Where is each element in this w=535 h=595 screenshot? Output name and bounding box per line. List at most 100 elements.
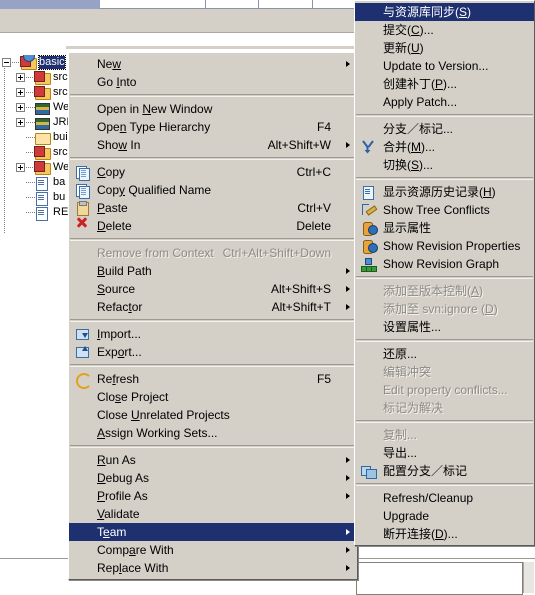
context-menu-item-27[interactable]: Profile As: [69, 487, 357, 505]
context-menu-item-5[interactable]: Show In Alt+Shift+W: [69, 136, 357, 154]
team-menu-item-15[interactable]: Show Revision Graph: [355, 255, 534, 273]
import-icon: [74, 327, 90, 341]
context-menu-label-3: Open in New Window: [97, 102, 213, 116]
team-menu-item-8[interactable]: 合并(M)...: [355, 138, 534, 156]
team-menu-item-28[interactable]: 配置分支／标记: [355, 462, 534, 480]
context-menu-label-17: Import...: [97, 327, 142, 341]
team-menu-item-31[interactable]: Upgrade: [355, 507, 534, 525]
context-menu-item-28[interactable]: Validate: [69, 505, 357, 523]
team-menu-label-27: 导出...: [383, 446, 418, 460]
team-menu-item-1[interactable]: 提交(C)...: [355, 21, 534, 39]
context-menu-item-22[interactable]: Close Unrelated Projects: [69, 406, 357, 424]
source-folder-icon: [34, 71, 51, 85]
context-menu-accel-4: F4: [316, 120, 331, 134]
bottom-view-scrollbar[interactable]: [523, 562, 534, 593]
team-menu-item-27[interactable]: 导出...: [355, 444, 534, 462]
context-menu-item-29[interactable]: Team: [69, 523, 357, 541]
team-menu-item-19[interactable]: 设置属性...: [355, 318, 534, 336]
team-menu-item-0[interactable]: 与资源库同步(S): [355, 3, 534, 21]
tree-row[interactable]: basic: [0, 55, 75, 70]
context-menu-item-20[interactable]: Refresh F5: [69, 370, 357, 389]
tree-row[interactable]: JRE: [0, 115, 75, 130]
team-menu-label-15: Show Revision Graph: [383, 257, 500, 271]
context-menu-item-21[interactable]: Close Project: [69, 388, 357, 406]
context-menu-item-9[interactable]: Paste Ctrl+V: [69, 199, 357, 217]
team-menu-label-4: 创建补丁(P)...: [383, 77, 458, 91]
team-menu-item-2[interactable]: 更新(U): [355, 39, 534, 57]
context-menu-separator: [70, 94, 356, 97]
tree-connector: [26, 122, 35, 123]
team-menu-item-32[interactable]: 断开连接(D)...: [355, 525, 534, 543]
context-menu-label-15: Refactor: [97, 300, 143, 314]
tree-row[interactable]: src: [0, 70, 75, 85]
team-menu-item-3[interactable]: Update to Version...: [355, 57, 534, 75]
refresh-icon: [74, 372, 92, 389]
context-menu-label-13: Build Path: [97, 264, 152, 278]
team-menu-item-12[interactable]: Show Tree Conflicts: [355, 201, 534, 219]
tree-expand-icon[interactable]: [16, 103, 25, 112]
context-menu-accel-5: Alt+Shift+W: [267, 138, 331, 152]
team-menu-item-13[interactable]: 显示属性: [355, 219, 534, 237]
tree-row[interactable]: src: [0, 85, 75, 100]
team-menu-item-14[interactable]: Show Revision Properties: [355, 237, 534, 255]
team-menu-item-9[interactable]: 切换(S)...: [355, 156, 534, 174]
context-menu-item-0[interactable]: New: [69, 55, 357, 73]
context-menu-label-8: Copy Qualified Name: [97, 183, 212, 197]
team-menu-item-4[interactable]: 创建补丁(P)...: [355, 75, 534, 93]
context-menu-item-3[interactable]: Open in New Window: [69, 100, 357, 118]
project-context-menu[interactable]: New Go Into Open in New Window Open Type Hi…: [68, 52, 358, 580]
context-menu-item-13[interactable]: Build Path: [69, 262, 357, 280]
context-menu-separator: [70, 157, 356, 160]
chevron-right-icon: [346, 268, 350, 274]
tree-expand-icon[interactable]: [16, 163, 25, 172]
tree-row[interactable]: We: [0, 160, 75, 175]
context-menu-item-17[interactable]: Import...: [69, 325, 357, 343]
tree-connector: [26, 107, 35, 108]
context-menu-item-10[interactable]: Delete Delete: [69, 217, 357, 235]
team-menu-item-7[interactable]: 分支／标记...: [355, 120, 534, 138]
tree-row[interactable]: src: [0, 145, 75, 160]
bottom-view-panel: [356, 562, 523, 595]
context-menu-item-30[interactable]: Compare With: [69, 541, 357, 559]
context-menu-item-1[interactable]: Go Into: [69, 73, 357, 91]
context-menu-label-30: Compare With: [97, 543, 174, 557]
team-menu-item-30[interactable]: Refresh/Cleanup: [355, 489, 534, 507]
context-menu-item-14[interactable]: Source Alt+Shift+S: [69, 280, 357, 298]
context-menu-accel-20: F5: [316, 372, 331, 386]
context-menu-label-12: Remove from Context: [97, 246, 214, 260]
team-menu-label-0: 与资源库同步(S): [383, 5, 472, 19]
tree-item-label: bui: [53, 131, 68, 143]
context-menu-item-7[interactable]: Copy Ctrl+C: [69, 163, 357, 181]
team-menu-label-32: 断开连接(D)...: [383, 527, 458, 541]
team-menu-label-24: 标记为解决: [383, 401, 444, 415]
context-menu-accel-10: Delete: [296, 219, 331, 233]
team-menu-label-19: 设置属性...: [383, 320, 442, 334]
context-menu-item-4[interactable]: Open Type Hierarchy F4: [69, 118, 357, 136]
context-menu-item-8[interactable]: Copy Qualified Name: [69, 181, 357, 199]
tree-expand-icon[interactable]: [16, 73, 25, 82]
tree-expand-icon[interactable]: [16, 118, 25, 127]
context-menu-item-15[interactable]: Refactor Alt+Shift+T: [69, 298, 357, 316]
context-menu-item-23[interactable]: Assign Working Sets...: [69, 424, 357, 442]
team-menu-item-11[interactable]: 显示资源历史记录(H): [355, 183, 534, 201]
context-menu-label-9: Paste: [97, 201, 128, 215]
team-menu-item-21[interactable]: 还原...: [355, 345, 534, 363]
tree-row[interactable]: We: [0, 100, 75, 115]
tree-connector: [26, 137, 35, 138]
tree-expand-icon[interactable]: [16, 88, 25, 97]
team-menu-item-5[interactable]: Apply Patch...: [355, 93, 534, 111]
tree-conflicts-icon: [360, 203, 378, 217]
package-explorer-tree[interactable]: basic src src We JRE bui src We ba bu RE: [0, 55, 75, 245]
tree-row[interactable]: bu: [0, 190, 75, 206]
tree-row[interactable]: RE: [0, 205, 75, 221]
team-submenu[interactable]: 与资源库同步(S) 提交(C)... 更新(U) Update to Version.…: [354, 0, 535, 546]
context-menu-item-26[interactable]: Debug As: [69, 469, 357, 487]
context-menu-item-31[interactable]: Replace With: [69, 559, 357, 577]
tree-collapse-icon[interactable]: [2, 58, 11, 67]
tree-connector: [26, 182, 35, 183]
revision-graph-icon: [360, 257, 377, 272]
tree-row[interactable]: bui: [0, 130, 75, 145]
context-menu-item-25[interactable]: Run As: [69, 451, 357, 469]
context-menu-item-18[interactable]: Export...: [69, 343, 357, 361]
tree-row[interactable]: ba: [0, 175, 75, 191]
